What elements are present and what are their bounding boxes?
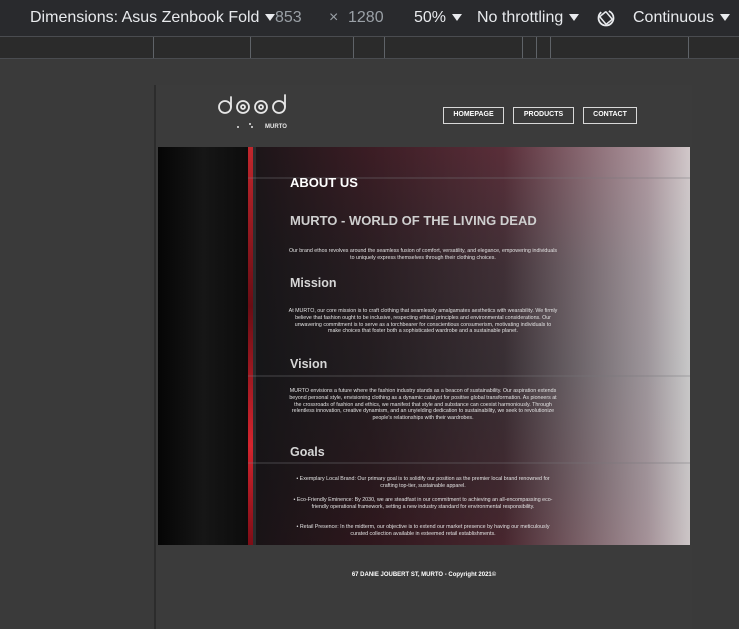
dark-pillar [158, 147, 248, 545]
ruler-tick [153, 37, 154, 58]
times-icon: × [329, 9, 339, 26]
throttling-label: No throttling [477, 9, 564, 26]
device-viewport: MURTO HOMEPAGE PRODUCTS CONTACT ABOUT US… [154, 85, 692, 629]
device-toolbar: Dimensions: Asus Zenbook Fold 853 × 1280… [0, 0, 739, 37]
vision-paragraph: MURTO envisions a future where the fashi… [289, 388, 557, 422]
rotate-icon[interactable] [596, 8, 616, 28]
ruler-tick [688, 37, 689, 58]
nav-homepage-button[interactable]: HOMEPAGE [443, 107, 504, 124]
chevron-down-icon [569, 14, 580, 22]
ruler-tick [536, 37, 537, 58]
ruler-tick [384, 37, 385, 58]
device-dimensions-dropdown[interactable]: Dimensions: Asus Zenbook Fold [30, 9, 276, 27]
dimensions-label: Dimensions: Asus Zenbook Fold [30, 9, 260, 26]
pillar-divider [253, 147, 256, 545]
about-heading: ABOUT US [290, 175, 358, 190]
brand-logo[interactable]: MURTO [212, 91, 296, 133]
ruler-tick [250, 37, 251, 58]
zoom-dropdown[interactable]: 50% [414, 9, 463, 27]
nav-products-button[interactable]: PRODUCTS [513, 107, 574, 124]
ruler-tick [353, 37, 354, 58]
mission-paragraph: At MURTO, our core mission is to craft c… [288, 308, 558, 335]
ruler-tick [550, 37, 551, 58]
logo-wordmark: MURTO [265, 124, 287, 130]
mode-label: Continuous [633, 9, 714, 26]
site-header: MURTO HOMEPAGE PRODUCTS CONTACT [156, 85, 692, 147]
goal-item: • Eco-Friendly Eminence: By 2030, we are… [293, 497, 553, 510]
goals-heading: Goals [290, 445, 325, 459]
about-hero-section: ABOUT US MURTO - WORLD OF THE LIVING DEA… [158, 147, 690, 545]
intro-paragraph: Our brand ethos revolves around the seam… [288, 248, 558, 261]
goal-item: • Retail Presence: In the midterm, our o… [296, 524, 550, 537]
chevron-down-icon [265, 14, 276, 22]
media-query-ruler[interactable] [0, 37, 739, 59]
mode-dropdown[interactable]: Continuous [633, 9, 730, 27]
panel-line [248, 462, 690, 464]
nav-contact-button[interactable]: CONTACT [583, 107, 637, 124]
brand-subtitle: MURTO - WORLD OF THE LIVING DEAD [290, 213, 537, 228]
footer-address: 67 DANIE JOUBERT ST, MURTO - Copyright 2… [351, 572, 497, 578]
vision-heading: Vision [290, 357, 328, 371]
throttling-dropdown[interactable]: No throttling [477, 9, 580, 27]
height-input[interactable]: 1280 [348, 9, 384, 27]
site-footer: 67 DANIE JOUBERT ST, MURTO - Copyright 2… [156, 545, 692, 629]
chevron-down-icon [719, 14, 730, 22]
mission-heading: Mission [290, 276, 337, 290]
chevron-down-icon [452, 14, 463, 22]
width-input[interactable]: 853 [275, 9, 302, 27]
zoom-label: 50% [414, 9, 447, 26]
ruler-tick [522, 37, 523, 58]
panel-line [248, 375, 690, 377]
goal-item: • Exemplary Local Brand: Our primary goa… [296, 476, 550, 489]
